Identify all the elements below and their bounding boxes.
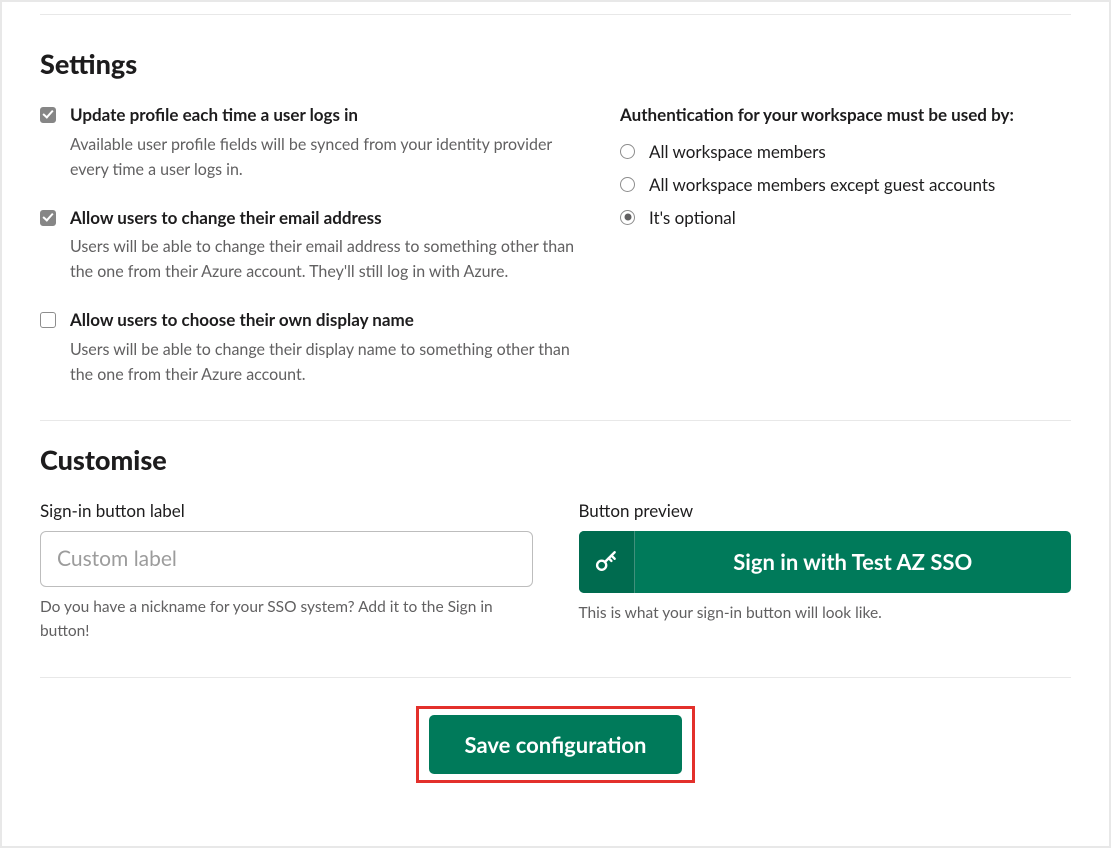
radio-label: All workspace members except guest accou… xyxy=(649,174,995,195)
radio-label: All workspace members xyxy=(649,141,826,162)
divider-top xyxy=(40,14,1071,15)
save-highlight: Save configuration xyxy=(416,706,696,783)
signin-label-input[interactable] xyxy=(40,531,533,587)
settings-columns: Update profile each time a user logs in … xyxy=(40,104,1071,388)
checkbox-allow-email-change[interactable] xyxy=(40,210,56,226)
option-desc: Available user profile fields will be sy… xyxy=(70,133,580,183)
settings-section: Settings Update profile each time a user… xyxy=(40,47,1071,388)
auth-title: Authentication for your workspace must b… xyxy=(620,104,1071,127)
radio-icon xyxy=(620,177,635,192)
option-body: Allow users to change their email addres… xyxy=(70,207,580,286)
radio-optional[interactable]: It's optional xyxy=(620,207,1071,228)
option-desc: Users will be able to change their email… xyxy=(70,235,580,285)
auth-column: Authentication for your workspace must b… xyxy=(620,104,1071,388)
preview-title: Button preview xyxy=(579,500,1072,521)
signin-label-title: Sign-in button label xyxy=(40,500,533,521)
option-title: Update profile each time a user logs in xyxy=(70,104,580,127)
key-icon xyxy=(579,531,635,593)
settings-panel: Settings Update profile each time a user… xyxy=(0,0,1111,848)
option-desc: Users will be able to change their displ… xyxy=(70,338,580,388)
option-allow-display-name: Allow users to choose their own display … xyxy=(40,309,580,388)
footer: Save configuration xyxy=(40,706,1071,783)
radio-except-guests[interactable]: All workspace members except guest accou… xyxy=(620,174,1071,195)
checkbox-update-profile[interactable] xyxy=(40,107,56,123)
option-body: Allow users to choose their own display … xyxy=(70,309,580,388)
option-update-profile: Update profile each time a user logs in … xyxy=(40,104,580,183)
button-preview-col: Button preview Sign in with Test AZ SSO … xyxy=(579,500,1072,643)
customise-title: Customise xyxy=(40,443,1071,476)
checkbox-allow-display-name[interactable] xyxy=(40,312,56,328)
radio-icon xyxy=(620,210,635,225)
settings-options-column: Update profile each time a user logs in … xyxy=(40,104,580,388)
divider-mid xyxy=(40,420,1071,421)
customise-columns: Sign-in button label Do you have a nickn… xyxy=(40,500,1071,643)
divider-bottom xyxy=(40,677,1071,678)
settings-title: Settings xyxy=(40,47,1071,80)
save-configuration-button[interactable]: Save configuration xyxy=(429,715,683,774)
option-allow-email-change: Allow users to change their email addres… xyxy=(40,207,580,286)
radio-label: It's optional xyxy=(649,207,736,228)
signin-label-col: Sign-in button label Do you have a nickn… xyxy=(40,500,533,643)
option-title: Allow users to change their email addres… xyxy=(70,207,580,230)
customise-section: Customise Sign-in button label Do you ha… xyxy=(40,443,1071,643)
option-title: Allow users to choose their own display … xyxy=(70,309,580,332)
preview-helper: This is what your sign-in button will lo… xyxy=(579,601,1072,625)
option-body: Update profile each time a user logs in … xyxy=(70,104,580,183)
radio-all-members[interactable]: All workspace members xyxy=(620,141,1071,162)
preview-button: Sign in with Test AZ SSO xyxy=(579,531,1072,593)
preview-button-text: Sign in with Test AZ SSO xyxy=(635,531,1072,593)
radio-icon xyxy=(620,144,635,159)
signin-helper: Do you have a nickname for your SSO syst… xyxy=(40,595,533,643)
